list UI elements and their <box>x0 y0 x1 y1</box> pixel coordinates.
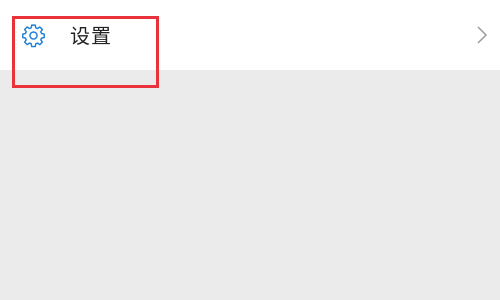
settings-menu-item[interactable]: 设置 <box>0 0 500 70</box>
chevron-right-icon <box>476 25 488 45</box>
gear-icon <box>21 23 46 48</box>
screen: 设置 <box>0 0 500 300</box>
settings-label: 设置 <box>70 24 112 48</box>
